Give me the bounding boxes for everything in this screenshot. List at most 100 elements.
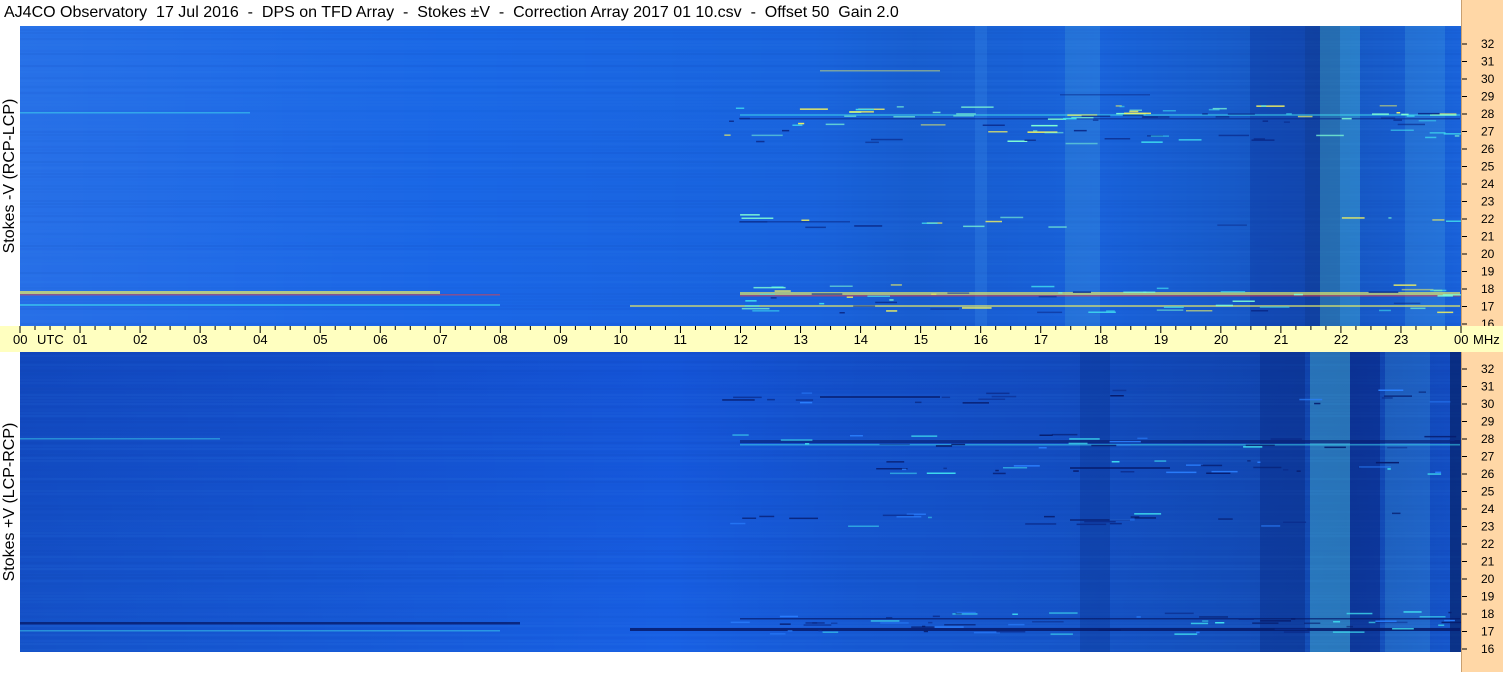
signal-dash bbox=[1217, 224, 1247, 226]
freq-tick-label: 30 bbox=[1481, 397, 1495, 411]
time-tick-label: 04 bbox=[253, 332, 267, 347]
time-tick-label: 09 bbox=[553, 332, 567, 347]
freq-band bbox=[20, 206, 1461, 208]
signal-dash bbox=[1419, 616, 1446, 618]
signal-dash bbox=[1257, 461, 1261, 463]
signal-dash bbox=[926, 472, 956, 474]
freq-band bbox=[20, 478, 1461, 480]
signal-dash bbox=[831, 622, 838, 624]
signal-dash bbox=[931, 293, 937, 295]
freq-tick-label: 22 bbox=[1481, 212, 1495, 226]
freq-band bbox=[20, 26, 1461, 28]
freq-band bbox=[20, 370, 1461, 372]
signal-dash bbox=[1429, 401, 1451, 403]
signal-dash bbox=[800, 401, 813, 404]
signal-dash bbox=[1141, 141, 1163, 143]
freq-band bbox=[20, 170, 1461, 172]
signal-dash bbox=[1297, 115, 1313, 118]
time-tick-label: 08 bbox=[493, 332, 507, 347]
freq-band bbox=[20, 83, 1461, 85]
freq-tick-label: 23 bbox=[1481, 520, 1495, 534]
signal-dash bbox=[1293, 293, 1303, 296]
signal-dash bbox=[782, 129, 790, 132]
freq-band bbox=[20, 263, 1461, 265]
signal-dash bbox=[902, 468, 907, 471]
freq-band bbox=[20, 424, 1461, 426]
signal-dash bbox=[1375, 620, 1397, 622]
time-tick-label: 17 bbox=[1034, 332, 1048, 347]
freq-band bbox=[20, 460, 1461, 462]
signal-dash bbox=[933, 626, 964, 628]
signal-dash bbox=[1206, 472, 1231, 474]
freq-band bbox=[20, 233, 1461, 235]
signal-dash bbox=[1410, 307, 1426, 310]
vertical-emission bbox=[1080, 352, 1110, 652]
freq-tick-label: 18 bbox=[1481, 282, 1495, 296]
signal-dash bbox=[1418, 391, 1426, 393]
freq-tick-label: 16 bbox=[1481, 317, 1495, 326]
freq-band bbox=[20, 161, 1461, 163]
signal-dash bbox=[740, 214, 760, 216]
freq-band bbox=[20, 418, 1461, 420]
signal-dash bbox=[1033, 130, 1038, 132]
time-tick-label: 22 bbox=[1334, 332, 1348, 347]
signal-dash bbox=[1091, 444, 1117, 447]
signal-dash bbox=[1073, 129, 1087, 132]
freq-band bbox=[20, 376, 1461, 378]
signal-dash bbox=[1218, 134, 1249, 137]
freq-band bbox=[20, 499, 1461, 501]
freq-band bbox=[20, 466, 1461, 468]
signal-dash bbox=[951, 443, 966, 446]
freq-axis-top: 32 31 30 29 28 27 26 25 24 23 22 21 20 19 18 17 16 bbox=[1462, 37, 1495, 331]
signal-dash bbox=[825, 123, 845, 126]
rfi-streak bbox=[1070, 467, 1170, 469]
signal-dash bbox=[1050, 633, 1073, 635]
freq-band bbox=[20, 511, 1461, 513]
signal-dash bbox=[982, 124, 1005, 126]
signal-dash bbox=[1449, 439, 1455, 441]
freq-band bbox=[20, 583, 1461, 585]
time-axis-bar: 00 01 02 03 04 05 06 07 08 09 10 11 12 13 14 15 16 17 18 19… bbox=[0, 326, 1503, 352]
panel-top-ylabel: Stokes -V (RCP-LCP) bbox=[1, 98, 18, 254]
signal-dash bbox=[962, 307, 992, 309]
signal-dash bbox=[759, 515, 775, 518]
freq-band bbox=[20, 44, 1461, 46]
signal-dash bbox=[986, 392, 1010, 395]
signal-dash bbox=[1443, 133, 1461, 135]
freq-band bbox=[20, 544, 1461, 546]
freq-band bbox=[20, 508, 1461, 510]
time-tick-label: 13 bbox=[794, 332, 808, 347]
freq-band bbox=[20, 625, 1461, 627]
signal-dash bbox=[1406, 115, 1415, 117]
signal-dash bbox=[1142, 116, 1170, 118]
freq-band bbox=[20, 110, 1461, 112]
freq-band bbox=[20, 367, 1461, 369]
signal-dash bbox=[1081, 115, 1111, 117]
freq-band bbox=[20, 520, 1461, 522]
signal-dash bbox=[1072, 291, 1091, 293]
freq-tick-label: 26 bbox=[1481, 142, 1495, 156]
spectrogram-top-marks bbox=[20, 26, 1461, 326]
signal-dash bbox=[1425, 136, 1437, 139]
signal-dash bbox=[1136, 616, 1141, 618]
freq-band bbox=[20, 38, 1461, 40]
freq-band bbox=[20, 272, 1461, 274]
signal-dash bbox=[1384, 395, 1412, 397]
signal-dash bbox=[805, 226, 826, 229]
freq-band bbox=[20, 146, 1461, 148]
signal-dash bbox=[911, 626, 935, 628]
freq-band bbox=[20, 535, 1461, 537]
freq-band bbox=[20, 604, 1461, 606]
freq-band bbox=[20, 529, 1461, 531]
signal-dash bbox=[1304, 622, 1321, 624]
signal-dash bbox=[854, 225, 883, 227]
signal-dash bbox=[956, 611, 976, 614]
freq-band bbox=[20, 287, 1461, 289]
signal-dash bbox=[1038, 295, 1057, 298]
freq-band bbox=[20, 281, 1461, 283]
rfi-streak bbox=[740, 292, 1460, 295]
signal-dash bbox=[1039, 434, 1053, 436]
signal-dash bbox=[1031, 124, 1058, 127]
freq-band bbox=[20, 640, 1461, 642]
freq-band bbox=[20, 589, 1461, 591]
